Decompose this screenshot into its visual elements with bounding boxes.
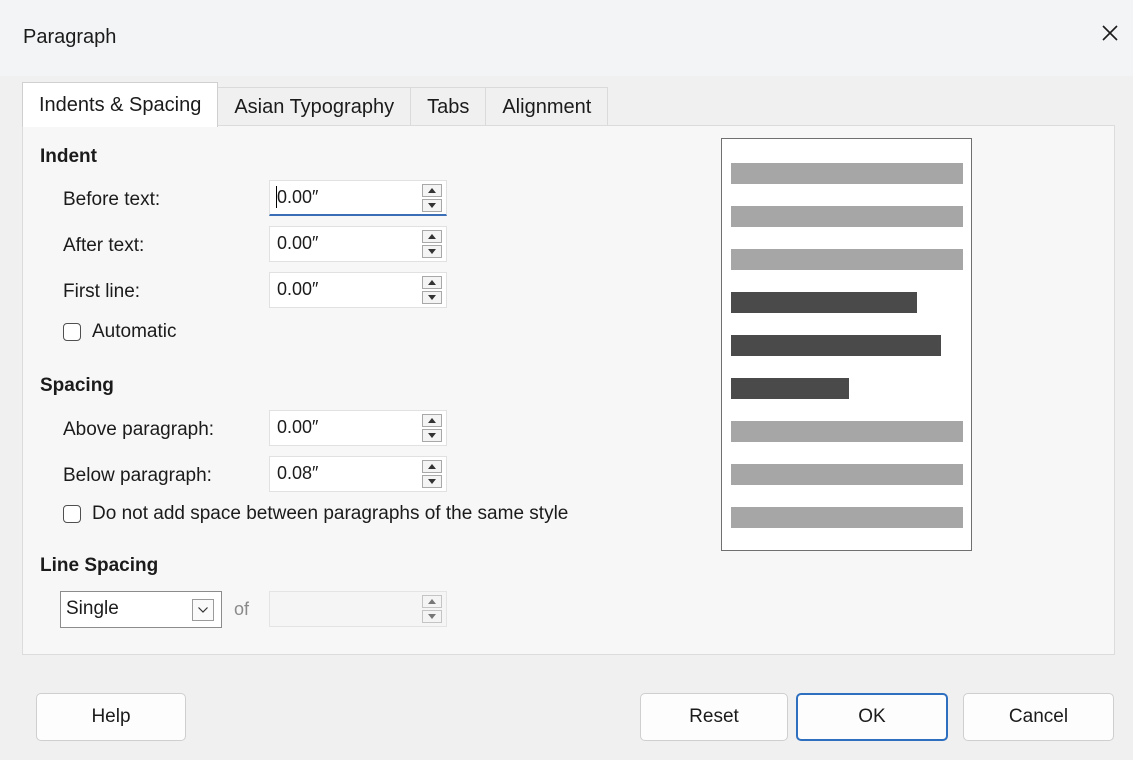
tab-tabs[interactable]: Tabs — [410, 87, 487, 126]
down-arrow-icon — [428, 295, 436, 300]
down-arrow-icon — [428, 203, 436, 208]
spin-buttons — [422, 276, 442, 304]
line-spacing-heading: Line Spacing — [40, 555, 159, 576]
no-space-same-style-checkbox[interactable] — [63, 505, 81, 523]
up-arrow-icon — [428, 234, 436, 239]
tab-indents-spacing[interactable]: Indents & Spacing — [22, 82, 219, 127]
automatic-label: Automatic — [92, 321, 177, 342]
above-paragraph-spinbox[interactable]: 0.00″ — [269, 410, 447, 446]
reset-button[interactable]: Reset — [640, 693, 788, 741]
before-text-spinbox[interactable]: 0.00″ — [269, 180, 447, 216]
help-button[interactable]: Help — [36, 693, 186, 741]
tab-asian-typography[interactable]: Asian Typography — [217, 87, 412, 126]
line-spacing-selected: Single — [66, 598, 119, 619]
line-spacing-value-spinbox[interactable] — [269, 591, 447, 627]
dialog-title: Paragraph — [23, 26, 117, 48]
preview-line-current — [731, 335, 941, 356]
preview-line-before — [731, 249, 963, 270]
decrement-button[interactable] — [422, 610, 442, 623]
close-button[interactable] — [1087, 10, 1133, 56]
decrement-button[interactable] — [422, 199, 442, 212]
text-caret — [276, 186, 277, 208]
above-paragraph-value: 0.00″ — [277, 417, 319, 437]
decrement-button[interactable] — [422, 291, 442, 304]
close-icon — [1102, 25, 1118, 41]
preview-line-current — [731, 378, 849, 399]
first-line-value: 0.00″ — [277, 279, 319, 299]
spin-buttons — [422, 460, 442, 488]
decrement-button[interactable] — [422, 429, 442, 442]
below-paragraph-value: 0.08″ — [277, 463, 319, 483]
increment-button[interactable] — [422, 414, 442, 427]
after-text-value: 0.00″ — [277, 233, 319, 253]
after-text-spinbox[interactable]: 0.00″ — [269, 226, 447, 262]
title-bar: Paragraph — [0, 0, 1133, 76]
increment-button[interactable] — [422, 595, 442, 608]
increment-button[interactable] — [422, 460, 442, 473]
tab-bar: Indents & Spacing Asian Typography Tabs … — [22, 82, 609, 127]
spacing-heading: Spacing — [40, 375, 114, 396]
below-paragraph-spinbox[interactable]: 0.08″ — [269, 456, 447, 492]
first-line-label: First line: — [63, 281, 141, 302]
cancel-button[interactable]: Cancel — [963, 693, 1114, 741]
up-arrow-icon — [428, 418, 436, 423]
chevron-down-icon — [198, 607, 208, 613]
preview-line-before — [731, 206, 963, 227]
indent-heading: Indent — [40, 146, 97, 167]
up-arrow-icon — [428, 280, 436, 285]
down-arrow-icon — [428, 479, 436, 484]
decrement-button[interactable] — [422, 475, 442, 488]
decrement-button[interactable] — [422, 245, 442, 258]
ok-button[interactable]: OK — [796, 693, 948, 741]
paragraph-dialog: Paragraph Indents & Spacing Asian Typogr… — [0, 0, 1133, 760]
down-arrow-icon — [428, 614, 436, 619]
before-text-value: 0.00″ — [277, 187, 319, 207]
increment-button[interactable] — [422, 276, 442, 289]
first-line-spinbox[interactable]: 0.00″ — [269, 272, 447, 308]
up-arrow-icon — [428, 188, 436, 193]
down-arrow-icon — [428, 249, 436, 254]
increment-button[interactable] — [422, 184, 442, 197]
above-paragraph-label: Above paragraph: — [63, 419, 215, 440]
up-arrow-icon — [428, 599, 436, 604]
increment-button[interactable] — [422, 230, 442, 243]
preview-line-after — [731, 507, 963, 528]
automatic-checkbox[interactable] — [63, 323, 81, 341]
of-label: of — [234, 599, 250, 619]
paragraph-preview — [721, 138, 972, 551]
preview-line-before — [731, 163, 963, 184]
preview-line-after — [731, 421, 963, 442]
tab-alignment[interactable]: Alignment — [485, 87, 609, 126]
preview-line-current — [731, 292, 917, 313]
below-paragraph-label: Below paragraph: — [63, 465, 212, 486]
after-text-label: After text: — [63, 235, 145, 256]
down-arrow-icon — [428, 433, 436, 438]
before-text-label: Before text: — [63, 189, 161, 210]
line-spacing-dropdown[interactable]: Single — [60, 591, 222, 628]
spin-buttons — [422, 184, 442, 212]
spin-buttons — [422, 414, 442, 442]
preview-line-after — [731, 464, 963, 485]
spin-buttons — [422, 230, 442, 258]
spin-buttons — [422, 595, 442, 623]
up-arrow-icon — [428, 464, 436, 469]
no-space-same-style-label: Do not add space between paragraphs of t… — [92, 503, 569, 524]
dropdown-toggle[interactable] — [192, 599, 214, 621]
